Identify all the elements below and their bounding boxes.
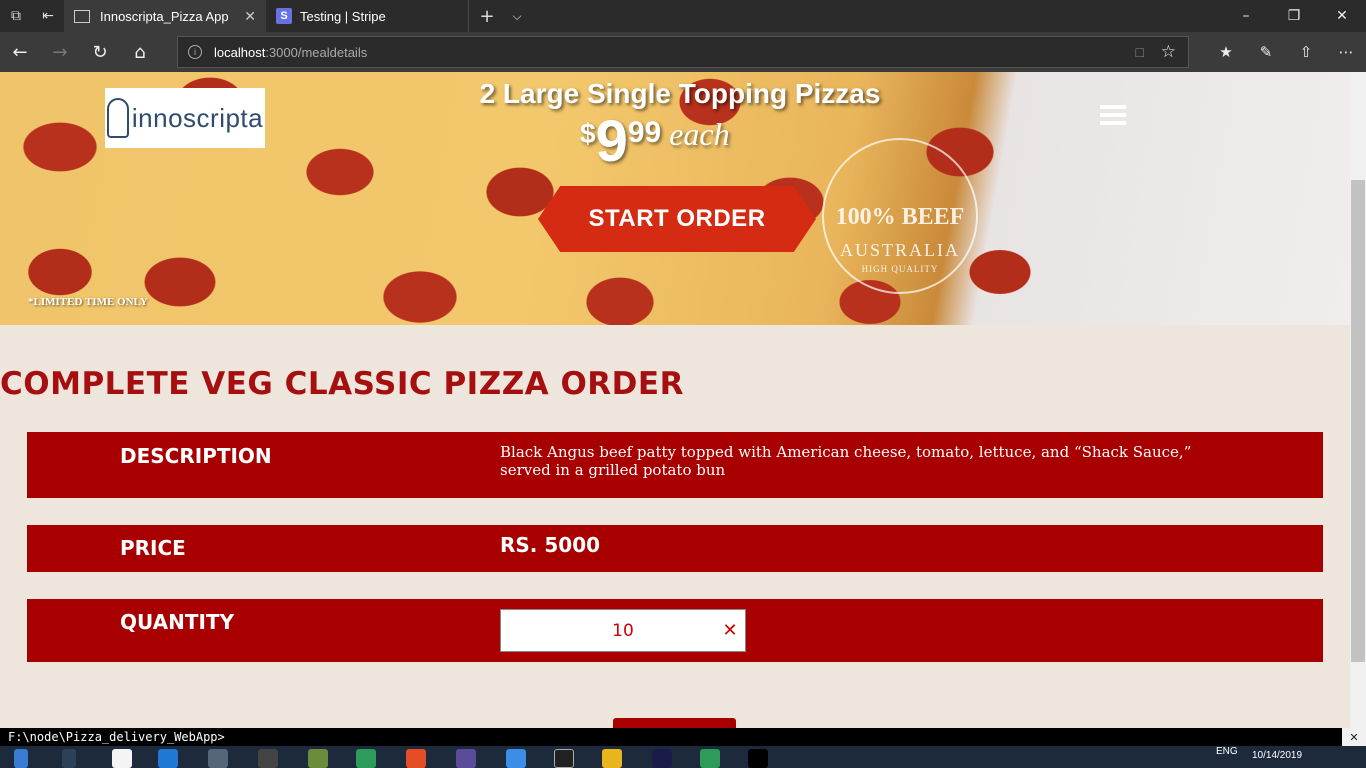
taskbar-date[interactable]: 10/14/2019 [1252,750,1302,761]
close-window-icon[interactable]: ✕ [1318,0,1366,32]
chevron-down-icon[interactable]: ⌵ [505,0,529,32]
more-icon[interactable]: ⋯ [1326,32,1366,72]
start-icon[interactable] [14,749,28,768]
set-aside-tabs-icon[interactable]: ⇤ [32,0,64,32]
photoshop-icon[interactable] [652,749,672,768]
app-icon[interactable] [748,749,768,768]
tab-innoscripta[interactable]: Innoscripta_Pizza App ✕ [64,0,266,32]
description-value: Black Angus beef patty topped with Ameri… [500,443,1192,479]
tab-title: Testing | Stripe [300,8,386,24]
scrollbar-thumb[interactable] [1351,180,1365,662]
url-field[interactable]: i localhost:3000/mealdetails □ ☆ [177,36,1189,68]
app-icon[interactable] [308,749,328,768]
app-icon[interactable] [258,749,278,768]
window-controls: – ❐ ✕ [1222,0,1366,32]
forward-icon[interactable]: → [40,32,80,72]
app-icon[interactable] [700,749,720,768]
description-label: DESCRIPTION [120,444,272,468]
restore-icon[interactable]: ❐ [1270,0,1318,32]
app-icon[interactable] [456,749,476,768]
app-icon[interactable] [208,749,228,768]
pen-icon[interactable]: ✎ [1246,32,1286,72]
badge-line-3: HIGH QUALITY [861,264,939,274]
refresh-icon[interactable]: ↻ [80,32,120,72]
info-icon[interactable]: i [188,45,202,59]
task-view-icon[interactable] [62,749,76,768]
limited-time-note: *LIMITED TIME ONLY [28,296,148,308]
quantity-input[interactable]: 10 [500,609,746,652]
quantity-label: QUANTITY [120,610,235,634]
terminal-prompt[interactable]: F:\node\Pizza_delivery_WebApp> [0,728,1342,746]
tab-stripe[interactable]: S Testing | Stripe [266,0,468,32]
price-label: PRICE [120,536,186,560]
close-terminal-icon[interactable]: ✕ [1342,728,1366,746]
price-value: RS. 5000 [500,533,601,557]
minimize-icon[interactable]: – [1222,0,1270,32]
url-path: :3000/mealdetails [265,44,368,60]
beef-badge: 100% BEEF AUSTRALIA HIGH QUALITY [822,138,978,294]
windows-taskbar: ENG 10/14/2019 [0,746,1366,768]
favorite-star-icon[interactable]: ☆ [1161,42,1176,62]
app-icon[interactable] [406,749,426,768]
badge-line-1: 100% BEEF [835,204,965,230]
edge-icon[interactable] [158,749,178,768]
hero-banner: innoscripta 2 Large Single Topping Pizza… [0,72,1350,325]
price-each: each [669,116,730,152]
page-title: COMPLETE VEG CLASSIC PIZZA ORDER [0,366,684,402]
app-icon[interactable] [356,749,376,768]
tab-actions-icon[interactable]: ⧉ [0,0,32,32]
store-icon[interactable] [112,749,132,768]
browser-tab-bar: ⧉ ⇤ Innoscripta_Pizza App ✕ S Testing | … [0,0,1366,32]
share-icon[interactable]: ⇧ [1286,32,1326,72]
description-row: DESCRIPTION Black Angus beef patty toppe… [27,432,1323,498]
hamburger-menu-icon[interactable] [1100,105,1126,125]
page-icon [74,9,90,23]
tab-title: Innoscripta_Pizza App [100,8,229,24]
stripe-icon: S [276,8,292,24]
checkout-button[interactable] [613,718,736,728]
start-order-button[interactable]: START ORDER [538,186,816,252]
promo-title: 2 Large Single Topping Pizzas [479,78,881,109]
reading-view-icon[interactable]: □ [1136,44,1144,60]
price-cents: 99 [627,116,662,149]
clear-icon[interactable]: ✕ [716,609,744,652]
app-icon[interactable] [506,749,526,768]
favorites-icon[interactable]: ★ [1206,32,1246,72]
terminal-icon[interactable] [554,749,574,768]
new-tab-icon[interactable]: + [469,0,505,32]
back-icon[interactable]: ← [0,32,40,72]
price-main: 9 [595,109,628,174]
close-tab-icon[interactable]: ✕ [244,8,256,25]
chrome-icon[interactable] [602,749,622,768]
promo-price: $ 9 99 each [580,110,730,174]
price-dollar-sign: $ [580,118,596,149]
toolbar-right: ★ ✎ ⇧ ⋯ [1206,32,1366,72]
home-icon[interactable]: ⌂ [120,32,160,72]
quantity-row: QUANTITY 10 ✕ [27,599,1323,662]
address-toolbar: ← → ↻ ⌂ i localhost:3000/mealdetails □ ☆… [0,32,1366,72]
url-host: localhost [214,44,266,60]
price-row: PRICE RS. 5000 [27,525,1323,572]
badge-line-2: AUSTRALIA [840,240,960,260]
language-indicator[interactable]: ENG [1216,746,1238,757]
